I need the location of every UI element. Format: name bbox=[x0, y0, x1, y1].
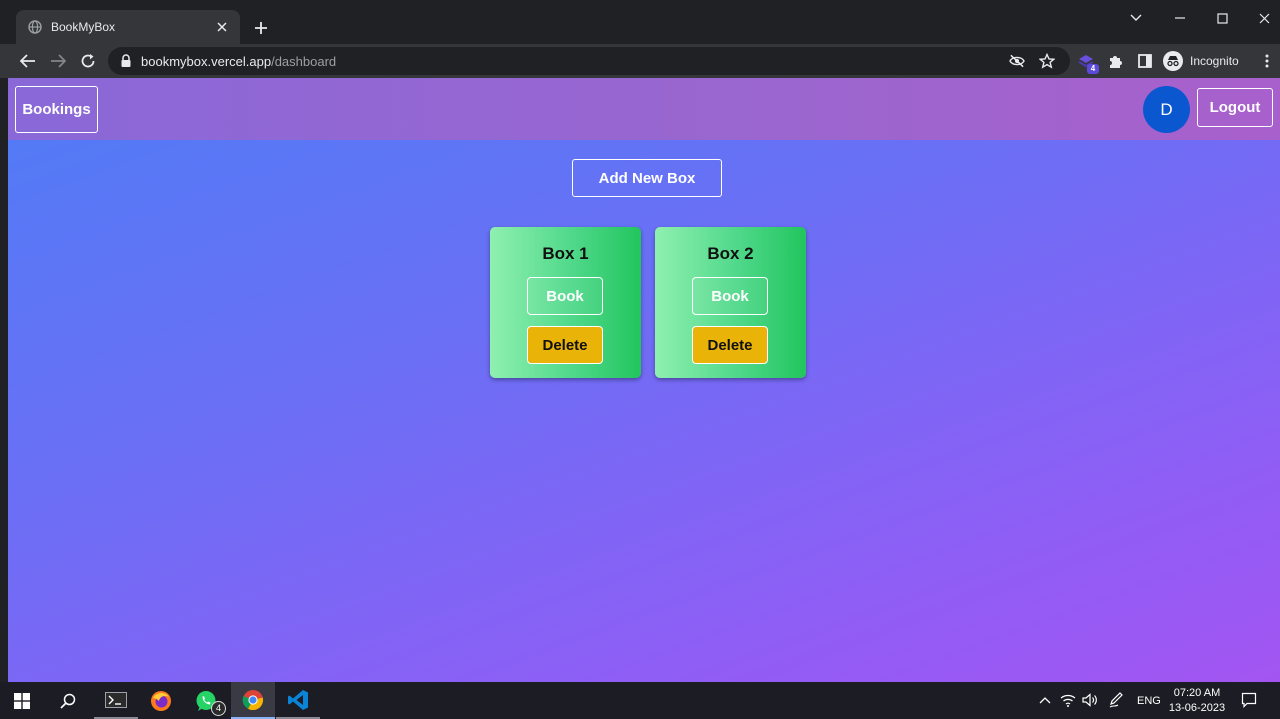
delete-button[interactable]: Delete bbox=[527, 326, 603, 364]
clock-time: 07:20 AM bbox=[1173, 687, 1221, 699]
back-arrow-icon[interactable] bbox=[17, 50, 39, 72]
url-host: bookmybox.vercel.app bbox=[141, 54, 272, 69]
chrome-icon[interactable] bbox=[231, 682, 275, 719]
browser-tab-strip: BookMyBox bbox=[0, 0, 1280, 44]
volume-icon[interactable] bbox=[1081, 691, 1099, 709]
close-tab-icon[interactable] bbox=[214, 19, 230, 35]
windows-start-icon[interactable] bbox=[0, 682, 44, 719]
minimize-icon[interactable] bbox=[1168, 8, 1192, 28]
system-clock[interactable]: 07:20 AM 13-06-2023 bbox=[1168, 686, 1226, 716]
new-tab-icon[interactable] bbox=[251, 18, 271, 38]
terminal-icon[interactable] bbox=[94, 682, 138, 719]
logout-button[interactable]: Logout bbox=[1197, 88, 1273, 127]
eye-off-icon[interactable] bbox=[1009, 53, 1025, 69]
kebab-menu-icon[interactable] bbox=[1258, 52, 1276, 70]
notification-center-icon[interactable] bbox=[1240, 691, 1258, 709]
incognito-label: Incognito bbox=[1190, 54, 1239, 68]
incognito-icon bbox=[1163, 51, 1183, 71]
vscode-icon[interactable] bbox=[276, 682, 320, 719]
url-path: /dashboard bbox=[271, 54, 337, 69]
box-title: Box 2 bbox=[707, 244, 754, 263]
add-new-box-button[interactable]: Add New Box bbox=[572, 159, 722, 197]
book-button[interactable]: Book bbox=[527, 277, 603, 315]
incognito-profile[interactable]: Incognito bbox=[1163, 50, 1239, 72]
extension-count-badge: 4 bbox=[1087, 64, 1099, 74]
firefox-icon[interactable] bbox=[139, 682, 183, 719]
clock-date: 13-06-2023 bbox=[1168, 702, 1226, 714]
maximize-icon[interactable] bbox=[1210, 8, 1234, 28]
search-icon[interactable] bbox=[46, 682, 90, 719]
box-card: Box 1 Book Delete bbox=[490, 227, 641, 378]
tab-search-chevron-icon[interactable] bbox=[1124, 8, 1148, 28]
dashboard-page: Bookings D Logout Add New Box Box 1 Book… bbox=[8, 78, 1280, 682]
input-language[interactable]: ENG bbox=[1137, 695, 1161, 707]
app-navbar: Bookings D Logout bbox=[8, 78, 1280, 140]
pen-icon[interactable] bbox=[1107, 691, 1125, 709]
side-panel-icon[interactable] bbox=[1136, 52, 1154, 70]
bookings-button[interactable]: Bookings bbox=[15, 86, 98, 133]
avatar[interactable]: D bbox=[1143, 86, 1190, 133]
url-text: bookmybox.vercel.app/dashboard bbox=[141, 54, 336, 69]
reload-icon[interactable] bbox=[77, 50, 99, 72]
chevron-up-icon[interactable] bbox=[1036, 691, 1054, 709]
browser-tab[interactable]: BookMyBox bbox=[16, 10, 240, 44]
book-button[interactable]: Book bbox=[692, 277, 768, 315]
globe-icon bbox=[28, 20, 42, 34]
box-card: Box 2 Book Delete bbox=[655, 227, 806, 378]
tab-title: BookMyBox bbox=[51, 20, 116, 34]
address-bar[interactable]: bookmybox.vercel.app/dashboard bbox=[108, 47, 1070, 75]
whatsapp-unread-badge: 4 bbox=[211, 701, 226, 716]
forward-arrow-icon[interactable] bbox=[47, 50, 69, 72]
delete-button[interactable]: Delete bbox=[692, 326, 768, 364]
puzzle-extensions-icon[interactable] bbox=[1106, 52, 1124, 70]
box-title: Box 1 bbox=[542, 244, 589, 263]
star-bookmark-icon[interactable] bbox=[1039, 53, 1055, 69]
lock-icon bbox=[120, 54, 132, 68]
wifi-icon[interactable] bbox=[1059, 691, 1077, 709]
close-window-icon[interactable] bbox=[1252, 8, 1276, 28]
